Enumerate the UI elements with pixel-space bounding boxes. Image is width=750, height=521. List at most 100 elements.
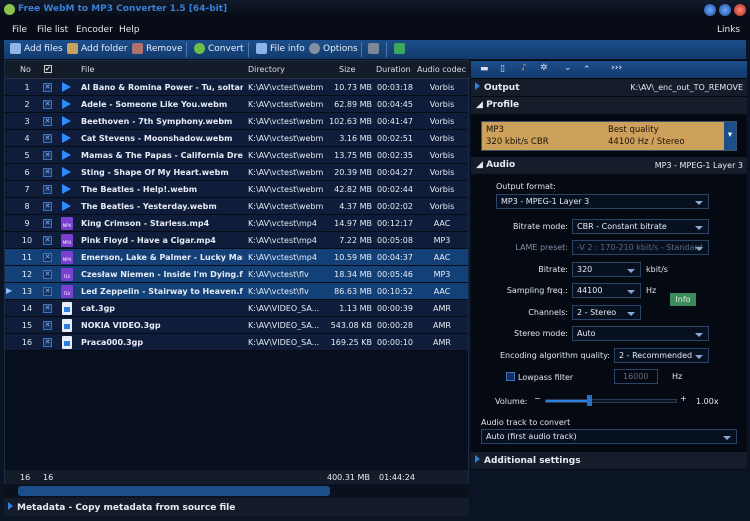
folder-icon[interactable]: ▬ <box>480 64 489 74</box>
table-row[interactable]: 10 ✕ MP4 Pink Floyd - Have a Cigar.mp4 K:… <box>5 232 468 249</box>
music-icon[interactable]: ♪ <box>521 63 527 73</box>
close-button[interactable] <box>734 4 746 16</box>
row-file: NOKIA VIDEO.3gp <box>81 321 161 330</box>
add-folder-button[interactable]: Add folder <box>67 43 127 54</box>
table-row[interactable]: 11 ✕ MP4 Emerson, Lake & Palmer - Lucky M… <box>5 249 468 266</box>
menu-help[interactable]: Help <box>119 25 140 35</box>
row-checkbox[interactable]: ✕ <box>43 338 52 347</box>
table-row[interactable]: 2 ✕ Adele - Someone Like You.webm K:\AV\… <box>5 96 468 113</box>
table-row[interactable]: 16 ✕ Praca000.3gp K:\AV\VIDEO_SA... 169.… <box>5 334 468 351</box>
row-checkbox[interactable]: ✕ <box>43 168 52 177</box>
row-checkbox[interactable]: ✕ <box>43 321 52 330</box>
minimize-button[interactable] <box>704 4 716 16</box>
metadata-section[interactable]: Metadata - Copy metadata from source fil… <box>4 498 469 516</box>
row-checkbox[interactable]: ✕ <box>43 219 52 228</box>
table-row[interactable]: 5 ✕ Mamas & The Papas - California Dream… <box>5 147 468 164</box>
3gp-file-icon <box>62 302 72 315</box>
col-size[interactable]: Size <box>339 65 355 74</box>
row-checkbox[interactable]: ✕ <box>43 100 52 109</box>
row-checkbox[interactable]: ✕ <box>43 304 52 313</box>
row-duration: 00:03:18 <box>377 83 413 92</box>
channels-dropdown[interactable]: 2 - Stereo <box>572 305 641 320</box>
play-icon <box>62 116 71 126</box>
volume-plus-icon[interactable]: + <box>680 394 687 403</box>
add-files-button[interactable]: Add files <box>10 43 63 54</box>
home-button[interactable] <box>368 43 379 54</box>
table-header: No ✔ File Directory Size Duration Audio … <box>5 61 470 79</box>
check-all-checkbox[interactable]: ✔ <box>44 65 52 73</box>
audio-section[interactable]: ◢ Audio MP3 - MPEG-1 Layer 3 <box>471 157 747 174</box>
table-row[interactable]: 6 ✕ Sting - Shape Of My Heart.webm K:\AV… <box>5 164 468 181</box>
add-files-icon <box>10 43 21 54</box>
expand-all-icon[interactable]: ⌃ <box>583 65 591 75</box>
row-checkbox[interactable]: ✕ <box>43 270 52 279</box>
col-directory[interactable]: Directory <box>248 65 285 74</box>
pin-button[interactable] <box>394 43 405 54</box>
sampling-freq-dropdown[interactable]: 44100 <box>572 283 641 298</box>
row-duration: 00:00:39 <box>377 304 413 313</box>
menu-encoder[interactable]: Encoder <box>76 25 113 35</box>
row-checkbox[interactable]: ✕ <box>43 134 52 143</box>
options-button[interactable]: Options <box>309 43 358 54</box>
profile-selector[interactable]: MP3 320 kbit/s CBR Best quality 44100 Hz… <box>481 121 737 151</box>
row-checkbox[interactable]: ✕ <box>43 117 52 126</box>
gear-icon[interactable]: ✲ <box>540 63 548 73</box>
bitrate-dropdown[interactable]: 320 <box>572 262 641 277</box>
row-directory: K:\AV\vctest\flv <box>248 287 309 296</box>
volume-minus-icon[interactable]: − <box>534 394 541 403</box>
audio-track-dropdown[interactable]: Auto (first audio track) <box>481 429 737 444</box>
volume-slider[interactable] <box>545 399 677 403</box>
lowpass-input[interactable]: 16000 <box>614 369 658 384</box>
table-row[interactable]: 15 ✕ NOKIA VIDEO.3gp K:\AV\VIDEO_SA... 5… <box>5 317 468 334</box>
row-checkbox[interactable]: ✕ <box>43 83 52 92</box>
row-checkbox[interactable]: ✕ <box>43 236 52 245</box>
profile-bitrate: 320 kbit/s CBR <box>486 137 549 147</box>
menu-file-list[interactable]: File list <box>37 25 68 35</box>
row-checkbox[interactable]: ✕ <box>43 151 52 160</box>
menu-links[interactable]: Links <box>717 25 740 35</box>
scrollbar-thumb[interactable] <box>18 486 330 496</box>
table-row[interactable]: 12 ✕ FLV Czesław Niemen - Inside I'm Dyin… <box>5 266 468 283</box>
table-row[interactable]: 8 ✕ The Beatles - Yesterday.webm K:\AV\v… <box>5 198 468 215</box>
document-icon[interactable]: ▯ <box>500 64 505 74</box>
table-row[interactable]: 14 ✕ cat.3gp K:\AV\VIDEO_SA... 1.13 MB 0… <box>5 300 468 317</box>
lowpass-checkbox[interactable] <box>506 372 515 381</box>
table-row[interactable]: 7 ✕ The Beatles - Help!.webm K:\AV\vctes… <box>5 181 468 198</box>
bitrate-mode-dropdown[interactable]: CBR - Constant bitrate <box>572 219 709 234</box>
row-checkbox[interactable]: ✕ <box>43 185 52 194</box>
col-codec[interactable]: Audio codec <box>417 65 466 74</box>
menu-file[interactable]: File <box>12 25 27 35</box>
profile-section[interactable]: ◢ Profile <box>471 97 747 114</box>
footer-count: 16 <box>20 473 31 482</box>
additional-settings-section[interactable]: Additional settings <box>471 452 747 469</box>
stereo-mode-dropdown[interactable]: Auto <box>572 326 709 341</box>
convert-button[interactable]: Convert <box>194 43 244 54</box>
output-section[interactable]: Output K:\AV\_enc_out_TO_REMOVE <box>471 79 747 96</box>
info-button[interactable]: Info <box>670 293 696 306</box>
more-icon[interactable]: ››› <box>611 63 622 73</box>
output-format-dropdown[interactable]: MP3 - MPEG-1 Layer 3 <box>496 194 709 209</box>
lame-preset-dropdown[interactable]: -V 2 : 170-210 kbit/s - Standard <box>572 240 709 255</box>
file-info-button[interactable]: File info <box>256 43 305 54</box>
encoding-quality-dropdown[interactable]: 2 - Recommended <box>614 348 709 363</box>
table-row[interactable]: 3 ✕ Beethoven - 7th Symphony.webm K:\AV\… <box>5 113 468 130</box>
row-file: Praca000.3gp <box>81 338 144 347</box>
horizontal-scrollbar[interactable] <box>4 485 469 497</box>
col-duration[interactable]: Duration <box>376 65 411 74</box>
collapse-all-icon[interactable]: ⌄ <box>564 63 572 73</box>
maximize-button[interactable] <box>719 4 731 16</box>
row-checkbox[interactable]: ✕ <box>43 202 52 211</box>
table-row[interactable]: 9 ✕ MP4 King Crimson - Starless.mp4 K:\AV… <box>5 215 468 232</box>
row-directory: K:\AV\VIDEO_SA... <box>248 338 320 347</box>
table-row[interactable]: ▶ 13 ✕ FLV Led Zeppelin - Stairway to Heav… <box>5 283 468 300</box>
profile-dropdown-button[interactable]: ▾ <box>724 122 736 150</box>
row-checkbox[interactable]: ✕ <box>43 253 52 262</box>
table-row[interactable]: 4 ✕ Cat Stevens - Moonshadow.webm K:\AV\… <box>5 130 468 147</box>
table-row[interactable]: 1 ✕ Al Bano & Romina Power - Tu, soltant… <box>5 79 468 96</box>
col-file[interactable]: File <box>81 65 94 74</box>
col-no[interactable]: No <box>20 65 31 74</box>
row-duration: 00:12:17 <box>377 219 413 228</box>
remove-button[interactable]: Remove <box>132 43 183 54</box>
volume-thumb[interactable] <box>586 395 592 406</box>
row-checkbox[interactable]: ✕ <box>43 287 52 296</box>
